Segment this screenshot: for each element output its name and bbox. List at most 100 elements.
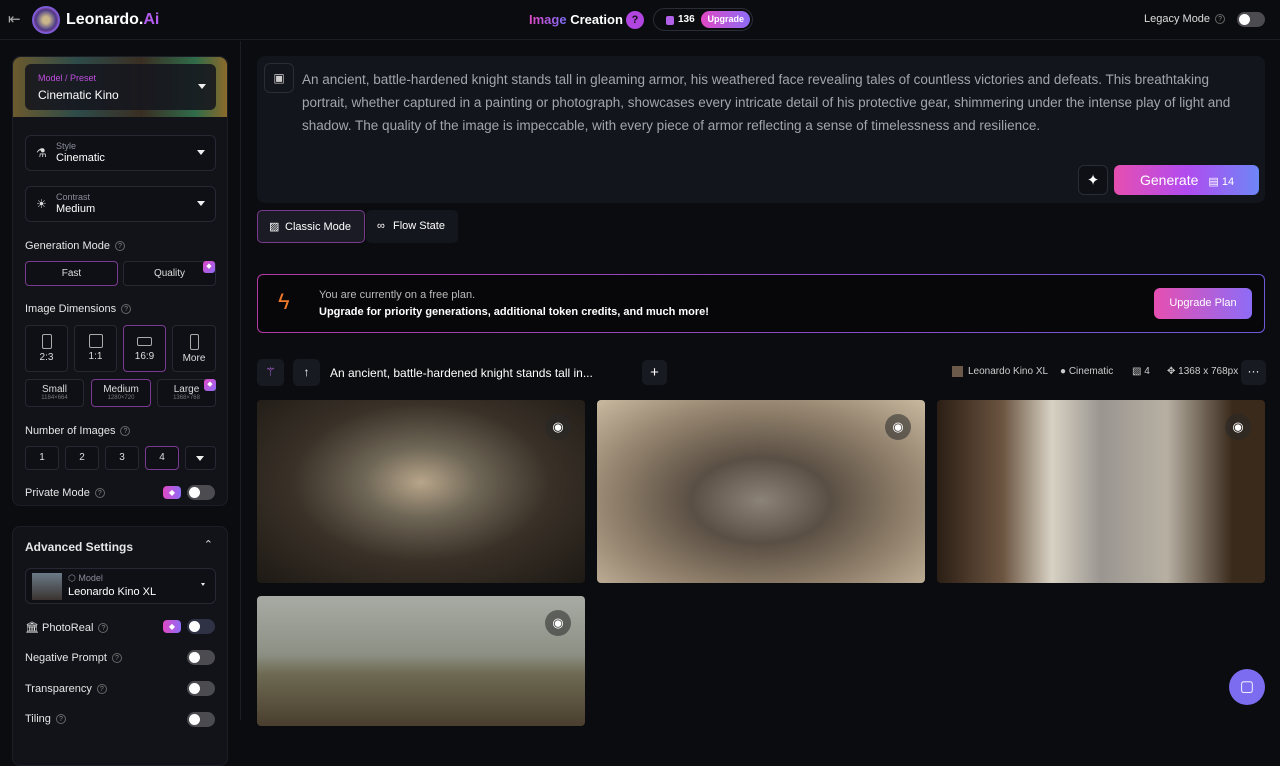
- help-icon[interactable]: ?: [98, 623, 109, 634]
- generated-image-1[interactable]: ◉: [257, 400, 585, 583]
- preset-select[interactable]: Model / Preset Cinematic Kino: [25, 64, 216, 110]
- eye-icon[interactable]: ◉: [545, 414, 571, 440]
- model-value: Leonardo Kino XL: [68, 586, 157, 598]
- ratio-label: 16:9: [134, 351, 155, 362]
- num-images-more[interactable]: [185, 446, 216, 470]
- chevron-down-icon: [198, 84, 206, 89]
- chevron-down-icon: [196, 456, 204, 461]
- num-images-2[interactable]: 2: [65, 446, 99, 470]
- style-label: Style: [56, 141, 77, 151]
- top-bar: ⇤ Leonardo.Ai Image Creation ? 136 Upgrad…: [0, 0, 1280, 40]
- eye-icon[interactable]: ◉: [885, 414, 911, 440]
- ratio-2-3[interactable]: 2:3: [25, 325, 68, 372]
- gen-count: ▧ 4: [1132, 366, 1150, 377]
- chevron-down-icon: [201, 583, 205, 586]
- eye-icon[interactable]: ◉: [545, 610, 571, 636]
- num-images-1[interactable]: 1: [25, 446, 59, 470]
- more-options-button[interactable]: ···: [1241, 360, 1266, 385]
- collapse-sidebar-icon[interactable]: ⇤: [8, 10, 21, 28]
- style-select[interactable]: ⚗ Style Cinematic: [25, 135, 216, 171]
- brand[interactable]: Leonardo.Ai: [66, 11, 159, 29]
- upgrade-plan-button[interactable]: Upgrade Plan: [1154, 288, 1252, 319]
- prompt-input[interactable]: An ancient, battle-hardened knight stand…: [302, 68, 1247, 137]
- advanced-settings-panel: Advanced Settings ⌃ ⬡ Model Leonardo Kin…: [12, 526, 228, 766]
- size-name: Small: [41, 384, 67, 395]
- tab-label: Classic Mode: [285, 221, 352, 233]
- negative-prompt-toggle[interactable]: [187, 650, 215, 665]
- title-text: Creation: [566, 12, 623, 27]
- legacy-text: Legacy Mode: [1144, 13, 1211, 25]
- ratio-1-1[interactable]: 1:1: [74, 325, 117, 372]
- help-icon[interactable]: ?: [96, 684, 107, 695]
- help-icon[interactable]: ?: [120, 426, 131, 437]
- negative-prompt-label: Negative Prompt?: [25, 652, 122, 664]
- num-images-4[interactable]: 4: [145, 446, 179, 470]
- square-icon: [88, 334, 103, 348]
- size-small[interactable]: Small 1184×664: [25, 379, 84, 407]
- chevron-up-icon[interactable]: ⌃: [204, 538, 213, 551]
- generated-image-4[interactable]: ◉: [257, 596, 585, 726]
- meta-text: Cinematic: [1068, 366, 1114, 377]
- legacy-mode-label: Legacy Mode?: [1144, 13, 1226, 25]
- landscape-icon: [137, 337, 152, 346]
- label-text: Negative Prompt: [25, 652, 107, 664]
- chevron-down-icon: [197, 201, 205, 206]
- premium-gem-icon: ◆: [163, 620, 181, 633]
- private-mode-toggle[interactable]: [187, 485, 215, 500]
- ratio-more[interactable]: More: [172, 325, 216, 372]
- lightning-icon: ϟ: [278, 289, 290, 314]
- image-prompt-icon[interactable]: ▣: [264, 63, 294, 93]
- image-icon: ▨: [269, 221, 280, 233]
- token-balance: 136 Upgrade: [653, 8, 753, 31]
- generate-button[interactable]: Generate ▤ 14: [1114, 165, 1259, 195]
- help-icon: ?: [1215, 14, 1226, 25]
- generate-label: Generate: [1140, 172, 1199, 188]
- model-label: ⬡ Model: [68, 573, 103, 583]
- heading-text: Image Dimensions: [25, 303, 117, 315]
- help-icon[interactable]: ?: [55, 714, 66, 725]
- photoreal-toggle[interactable]: [187, 619, 215, 634]
- gen-style: ● Cinematic: [1060, 366, 1113, 377]
- meta-text: 4: [1144, 366, 1150, 377]
- help-button[interactable]: ?: [626, 11, 644, 29]
- contrast-select[interactable]: ☀ Contrast Medium: [25, 186, 216, 222]
- model-select[interactable]: ⬡ Model Leonardo Kino XL: [25, 568, 216, 604]
- image-dimensions-heading: Image Dimensions?: [25, 303, 132, 315]
- gen-size: ✥ 1368 x 768px: [1167, 366, 1238, 377]
- sparkle-enhance-button[interactable]: ✦: [1078, 165, 1108, 195]
- sun-icon: ☀: [36, 197, 47, 211]
- legacy-mode-toggle[interactable]: [1237, 12, 1265, 27]
- generation-prompt[interactable]: An ancient, battle-hardened knight stand…: [330, 366, 593, 380]
- generated-image-3[interactable]: ◉: [937, 400, 1265, 583]
- help-icon[interactable]: ?: [111, 653, 122, 664]
- banner-line-2: Upgrade for priority generations, additi…: [319, 306, 709, 318]
- premium-gem-icon: ◆: [204, 379, 216, 391]
- flow-state-tab[interactable]: ∞ Flow State: [366, 210, 458, 243]
- preset-value: Cinematic Kino: [38, 88, 119, 102]
- classic-mode-tab[interactable]: ▨ Classic Mode: [257, 210, 365, 243]
- label-text: Transparency: [25, 683, 92, 695]
- chat-support-button[interactable]: ▢: [1229, 669, 1265, 705]
- label-text: PhotoReal: [42, 622, 94, 634]
- brand-text: Leonardo.: [66, 11, 144, 28]
- size-medium[interactable]: Medium 1280×720: [91, 379, 151, 407]
- help-icon[interactable]: ?: [94, 488, 105, 499]
- add-button[interactable]: +: [642, 360, 667, 385]
- upgrade-button[interactable]: Upgrade: [701, 11, 750, 28]
- reuse-prompt-button[interactable]: ↑: [293, 359, 320, 386]
- ratio-16-9[interactable]: 16:9: [123, 325, 166, 372]
- flask-icon: ⚗: [36, 146, 47, 160]
- num-images-3[interactable]: 3: [105, 446, 139, 470]
- eye-icon[interactable]: ◉: [1225, 414, 1251, 440]
- size-res: 1368×768: [173, 395, 200, 401]
- generated-image-2[interactable]: ◉: [597, 400, 925, 583]
- help-icon[interactable]: ?: [121, 304, 132, 315]
- gen-model: Leonardo Kino XL: [952, 366, 1048, 377]
- magic-wand-icon[interactable]: ⚚: [257, 359, 284, 386]
- transparency-toggle[interactable]: [187, 681, 215, 696]
- help-icon[interactable]: ?: [115, 241, 125, 252]
- fast-mode-button[interactable]: Fast: [25, 261, 118, 286]
- title-accent: Image: [529, 12, 567, 27]
- token-count: 136: [678, 14, 695, 25]
- heading-text: Number of Images: [25, 425, 116, 437]
